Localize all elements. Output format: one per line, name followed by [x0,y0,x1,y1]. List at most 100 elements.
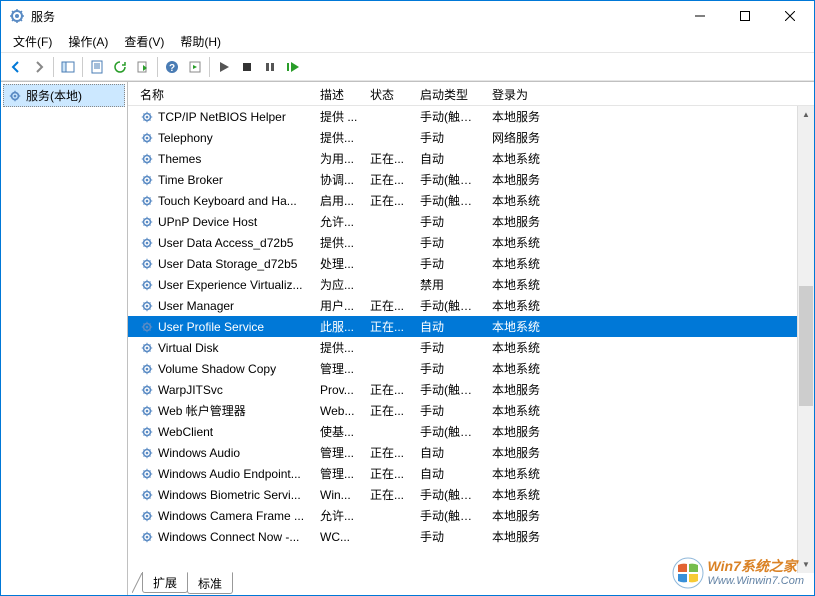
action-button[interactable] [184,56,206,78]
service-row[interactable]: User Experience Virtualiz...为应...禁用本地系统 [128,274,797,295]
service-desc-cell: 为用... [314,150,364,167]
service-desc-cell: 使基... [314,423,364,440]
service-icon [140,530,154,544]
service-row[interactable]: UPnP Device Host允许...手动本地服务 [128,211,797,232]
service-start-cell: 自动 [414,444,486,461]
service-row[interactable]: User Profile Service此服...正在...自动本地系统 [128,316,797,337]
service-row[interactable]: Windows Connect Now -...WC...手动本地服务 [128,526,797,547]
maximize-button[interactable] [722,2,767,31]
vertical-scrollbar[interactable]: ▲ ▼ [797,106,814,573]
service-status-cell: 正在... [364,297,414,314]
service-icon [140,236,154,250]
tree-pane[interactable]: 服务(本地) [1,82,128,595]
service-name-cell: User Experience Virtualiz... [134,278,314,292]
column-desc[interactable]: 描述 [314,82,364,105]
service-status-cell: 正在... [364,444,414,461]
column-status[interactable]: 状态 [364,82,414,105]
service-status-cell: 正在... [364,381,414,398]
stop-service-button[interactable] [236,56,258,78]
window-title: 服务 [31,8,677,25]
list-body[interactable]: TCP/IP NetBIOS Helper提供 ...手动(触发...本地服务T… [128,106,797,573]
menu-view[interactable]: 查看(V) [116,31,172,52]
service-row[interactable]: User Data Access_d72b5提供...手动本地系统 [128,232,797,253]
service-logon-cell: 本地服务 [486,213,556,230]
service-row[interactable]: Telephony提供...手动网络服务 [128,127,797,148]
service-icon [140,488,154,502]
service-desc-cell: 管理... [314,444,364,461]
service-desc-cell: Prov... [314,383,364,397]
pause-service-button[interactable] [259,56,281,78]
service-logon-cell: 本地系统 [486,402,556,419]
service-row[interactable]: Themes为用...正在...自动本地系统 [128,148,797,169]
service-row[interactable]: Windows Audio管理...正在...自动本地服务 [128,442,797,463]
service-start-cell: 手动(触发... [414,486,486,503]
close-button[interactable] [767,2,812,31]
service-name-label: WebClient [158,425,213,439]
service-row[interactable]: Virtual Disk提供...手动本地系统 [128,337,797,358]
export-button[interactable] [132,56,154,78]
scroll-thumb[interactable] [799,286,813,406]
service-row[interactable]: Windows Biometric Servi...Win...正在...手动(… [128,484,797,505]
service-logon-cell: 本地服务 [486,444,556,461]
service-status-cell: 正在... [364,402,414,419]
service-name-label: TCP/IP NetBIOS Helper [158,110,286,124]
help-button[interactable]: ? [161,56,183,78]
column-start[interactable]: 启动类型 [414,82,486,105]
show-hide-tree-button[interactable] [57,56,79,78]
column-logon[interactable]: 登录为 [486,82,556,105]
service-name-label: Web 帐户管理器 [158,402,246,419]
service-row[interactable]: WebClient使基...手动(触发...本地服务 [128,421,797,442]
service-row[interactable]: Windows Audio Endpoint...管理...正在...自动本地系… [128,463,797,484]
service-row[interactable]: Web 帐户管理器Web...正在...手动本地系统 [128,400,797,421]
tab-extended[interactable]: 扩展 [142,572,188,593]
service-name-cell: User Manager [134,299,314,313]
service-row[interactable]: User Manager用户...正在...手动(触发...本地系统 [128,295,797,316]
service-logon-cell: 本地系统 [486,150,556,167]
service-desc-cell: WC... [314,530,364,544]
tab-standard[interactable]: 标准 [187,572,233,594]
service-name-cell: Virtual Disk [134,341,314,355]
service-icon [140,425,154,439]
restart-service-button[interactable] [282,56,304,78]
forward-button[interactable] [28,56,50,78]
service-desc-cell: 提供... [314,234,364,251]
service-name-cell: Windows Biometric Servi... [134,488,314,502]
service-status-cell: 正在... [364,192,414,209]
column-name[interactable]: 名称 [134,82,314,105]
scroll-up-button[interactable]: ▲ [798,106,814,123]
service-row[interactable]: TCP/IP NetBIOS Helper提供 ...手动(触发...本地服务 [128,106,797,127]
list-header: 名称 描述 状态 启动类型 登录为 [128,82,814,106]
tree-root-services-local[interactable]: 服务(本地) [3,84,125,107]
service-icon [140,152,154,166]
menu-file[interactable]: 文件(F) [5,31,60,52]
service-icon [140,194,154,208]
service-row[interactable]: Volume Shadow Copy管理...手动本地系统 [128,358,797,379]
service-row[interactable]: Time Broker协调...正在...手动(触发...本地服务 [128,169,797,190]
service-desc-cell: 提供... [314,339,364,356]
service-start-cell: 手动(触发... [414,108,486,125]
service-row[interactable]: Windows Camera Frame ...允许...手动(触发...本地服… [128,505,797,526]
service-row[interactable]: Touch Keyboard and Ha...启用...正在...手动(触发.… [128,190,797,211]
minimize-button[interactable] [677,2,722,31]
service-start-cell: 手动(触发... [414,297,486,314]
svg-text:?: ? [169,63,175,74]
scroll-down-button[interactable]: ▼ [798,556,814,573]
service-start-cell: 手动(触发... [414,381,486,398]
service-name-label: Volume Shadow Copy [158,362,276,376]
service-name-label: User Data Storage_d72b5 [158,257,297,271]
start-service-button[interactable] [213,56,235,78]
properties-button[interactable] [86,56,108,78]
service-logon-cell: 本地服务 [486,528,556,545]
refresh-button[interactable] [109,56,131,78]
service-name-label: User Experience Virtualiz... [158,278,303,292]
service-row[interactable]: User Data Storage_d72b5处理...手动本地系统 [128,253,797,274]
menu-help[interactable]: 帮助(H) [172,31,229,52]
service-logon-cell: 本地服务 [486,108,556,125]
service-name-cell: Time Broker [134,173,314,187]
service-name-label: Windows Biometric Servi... [158,488,301,502]
menu-action[interactable]: 操作(A) [60,31,116,52]
service-row[interactable]: WarpJITSvcProv...正在...手动(触发...本地服务 [128,379,797,400]
back-button[interactable] [5,56,27,78]
service-desc-cell: 用户... [314,297,364,314]
service-desc-cell: 管理... [314,465,364,482]
